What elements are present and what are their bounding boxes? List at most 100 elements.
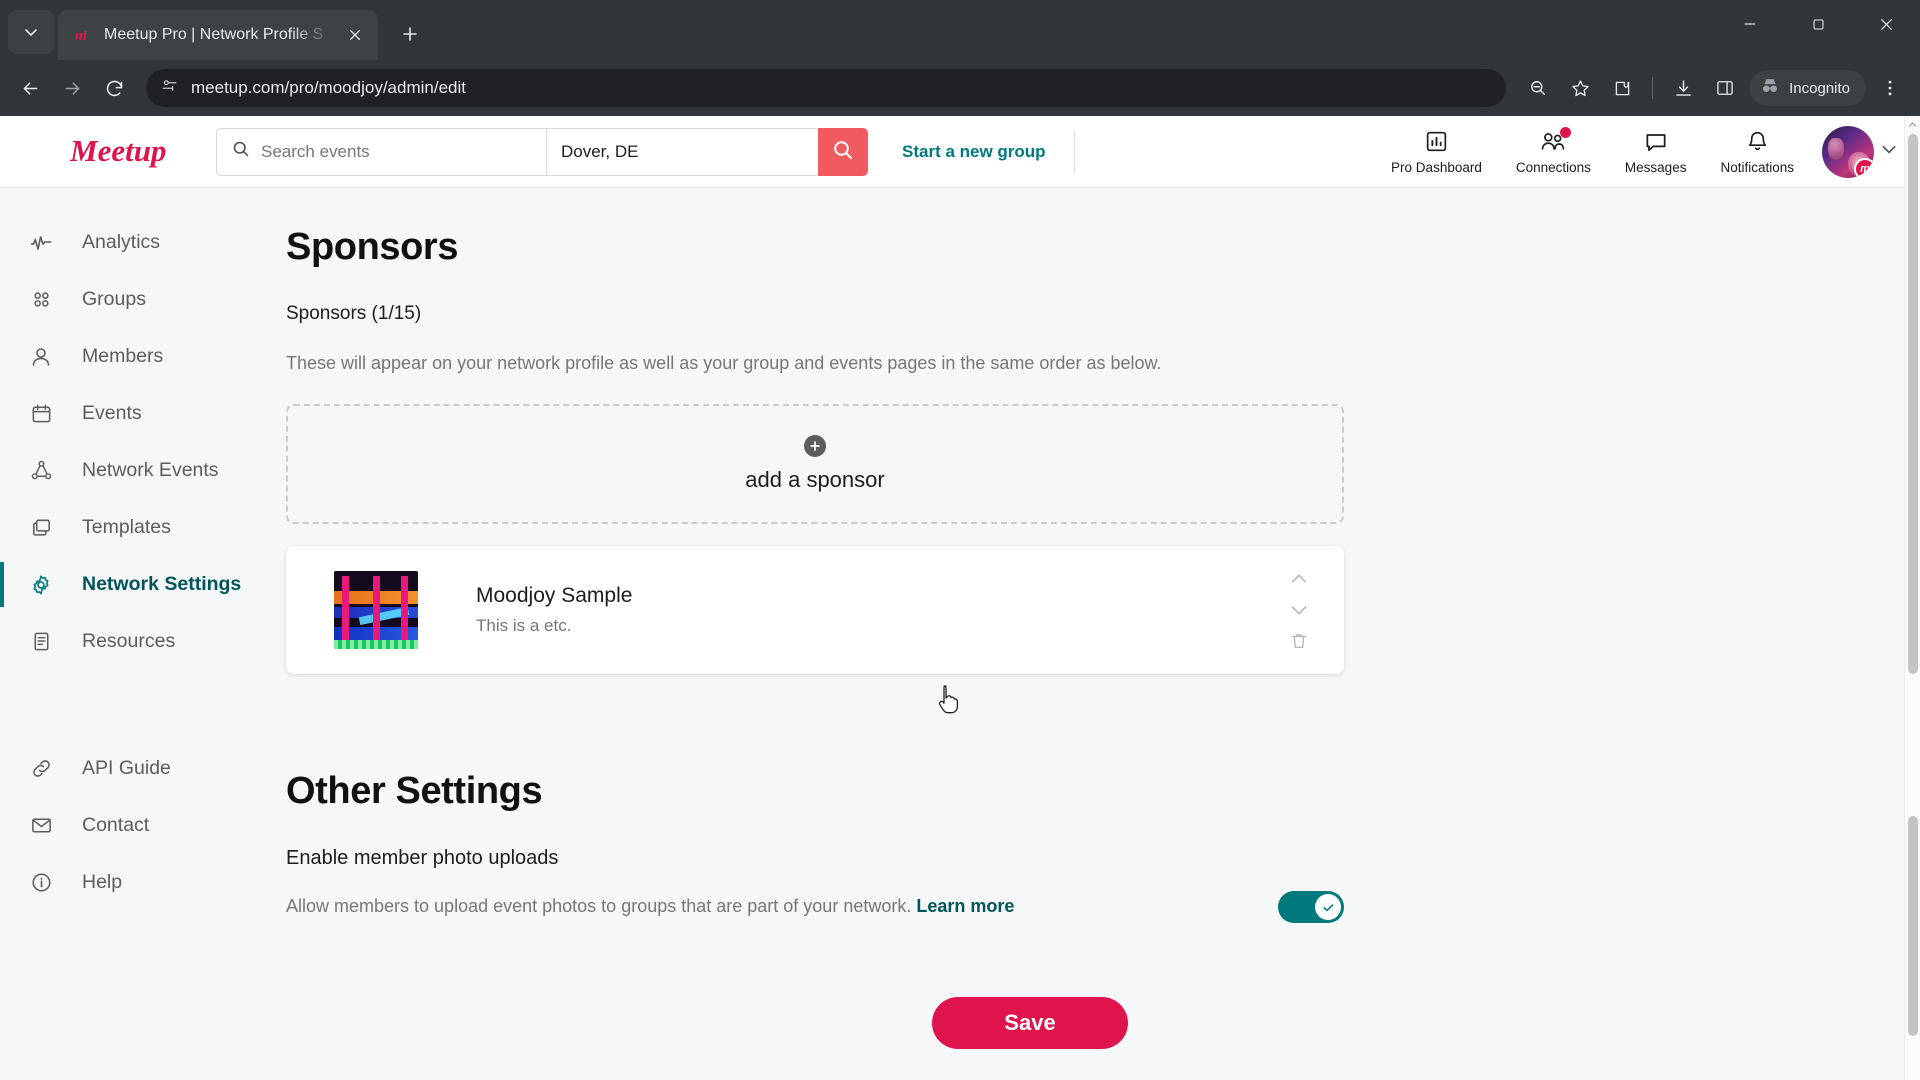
- incognito-profile-button[interactable]: Incognito: [1749, 70, 1866, 106]
- chat-icon: [1643, 129, 1669, 155]
- window-controls: [1716, 0, 1920, 60]
- sidebar-item-groups[interactable]: Groups: [0, 271, 278, 328]
- sidebar-item-label: Groups: [82, 288, 146, 310]
- link-icon: [28, 757, 54, 780]
- browser-tab[interactable]: m l Meetup Pro | Network Profile S: [58, 10, 378, 60]
- sidebar-item-analytics[interactable]: Analytics: [0, 214, 278, 271]
- nav-item-pro-dashboard[interactable]: Pro Dashboard: [1391, 129, 1482, 175]
- back-button[interactable]: [12, 70, 48, 106]
- chevron-down-icon: [25, 29, 37, 36]
- tab-close-icon[interactable]: [342, 22, 368, 48]
- bell-icon: [1745, 129, 1770, 155]
- maximize-button[interactable]: [1784, 0, 1852, 48]
- nav-item-messages[interactable]: Messages: [1625, 129, 1686, 175]
- page-title: Sponsors: [286, 226, 459, 268]
- sidebar-item-contact[interactable]: Contact: [0, 797, 278, 854]
- sponsor-thumbnail: [334, 571, 418, 649]
- sidebar-item-api-guide[interactable]: API Guide: [0, 740, 278, 797]
- tab-search-button[interactable]: [8, 10, 54, 54]
- sidebar-item-help[interactable]: Help: [0, 854, 278, 911]
- document-icon: [28, 630, 54, 653]
- scrollbar-thumb-lower[interactable]: [1908, 816, 1918, 1036]
- move-up-icon[interactable]: [1284, 566, 1314, 592]
- member-photo-uploads-toggle[interactable]: [1278, 891, 1344, 923]
- scrollbar-thumb[interactable]: [1908, 134, 1918, 674]
- scroll-up-arrow[interactable]: [1905, 116, 1920, 132]
- member-photo-uploads-setting: Enable member photo uploads Allow member…: [286, 847, 1344, 923]
- side-panel-icon[interactable]: [1707, 70, 1743, 106]
- sidebar-item-templates[interactable]: Templates: [0, 499, 278, 556]
- meetup-logo[interactable]: Meetup: [69, 131, 180, 173]
- toggle-knob: [1315, 894, 1341, 920]
- sidebar-item-network-settings[interactable]: Network Settings: [0, 556, 278, 613]
- plus-icon: [403, 27, 417, 41]
- extensions-icon[interactable]: [1604, 70, 1640, 106]
- page-viewport: Meetup Search events Dover, DE Start a n…: [0, 116, 1920, 1080]
- toolbar-divider: [1652, 77, 1654, 99]
- start-a-new-group-link[interactable]: Start a new group: [902, 142, 1046, 162]
- close-window-button[interactable]: [1852, 0, 1920, 48]
- meetup-page: Meetup Search events Dover, DE Start a n…: [0, 116, 1920, 1080]
- header-nav: Pro Dashboard Connections Messages Notif…: [1391, 126, 1794, 175]
- delete-icon[interactable]: [1284, 628, 1314, 654]
- address-bar[interactable]: meetup.com/pro/moodjoy/admin/edit: [146, 69, 1507, 107]
- search-submit-button[interactable]: [818, 127, 868, 176]
- nav-item-notifications[interactable]: Notifications: [1720, 129, 1794, 175]
- chevron-down-icon[interactable]: [1880, 140, 1898, 163]
- new-tab-button[interactable]: [390, 14, 430, 54]
- templates-icon: [28, 516, 54, 539]
- site-info-icon[interactable]: [160, 76, 179, 100]
- search-bar: [216, 127, 868, 176]
- other-settings-title: Other Settings: [286, 770, 543, 812]
- search-icon: [231, 139, 251, 164]
- network-icon: [28, 459, 54, 482]
- nav-item-connections[interactable]: Connections: [1516, 126, 1591, 175]
- save-bar: Save: [286, 983, 1344, 1049]
- browser-tabstrip: m l Meetup Pro | Network Profile S: [0, 0, 1920, 60]
- browser-menu-icon[interactable]: [1872, 70, 1908, 106]
- sidebar-item-label: Templates: [82, 516, 171, 538]
- minimize-button[interactable]: [1716, 0, 1784, 48]
- sidebar-item-label: Help: [82, 871, 123, 893]
- envelope-icon: [28, 814, 54, 837]
- learn-more-link[interactable]: Learn more: [916, 896, 1014, 916]
- save-button[interactable]: Save: [932, 997, 1128, 1049]
- search-input[interactable]: [261, 141, 532, 162]
- sponsor-actions: [1284, 566, 1320, 654]
- bookmark-star-icon[interactable]: [1562, 70, 1598, 106]
- admin-sidebar: Analytics Groups Members Events Network …: [0, 188, 278, 1080]
- search-icon: [831, 138, 855, 165]
- sidebar-item-label: Network Settings: [82, 573, 242, 595]
- reload-button[interactable]: [96, 70, 132, 106]
- sidebar-item-network-events[interactable]: Network Events: [0, 442, 278, 499]
- sidebar-item-label: Network Events: [82, 459, 219, 481]
- incognito-icon: [1759, 75, 1781, 101]
- sidebar-item-members[interactable]: Members: [0, 328, 278, 385]
- chart-icon: [1424, 129, 1449, 155]
- info-icon: [28, 871, 54, 894]
- nav-label: Notifications: [1720, 159, 1794, 175]
- location-input[interactable]: [561, 141, 804, 162]
- browser-toolbar: meetup.com/pro/moodjoy/admin/edit Incogn…: [0, 60, 1920, 116]
- sponsor-list-item[interactable]: Moodjoy Sample This is a etc.: [286, 546, 1344, 674]
- page-scrollbar[interactable]: [1904, 116, 1920, 1080]
- avatar[interactable]: m: [1822, 125, 1874, 178]
- avatar-badge: m: [1854, 157, 1874, 178]
- user-menu[interactable]: m: [1822, 125, 1898, 178]
- zoom-out-button[interactable]: [1520, 70, 1556, 106]
- add-sponsor-dropzone[interactable]: add a sponsor: [286, 404, 1344, 524]
- pulse-icon: [28, 231, 54, 255]
- sidebar-item-label: API Guide: [82, 757, 171, 779]
- people-icon: [1540, 126, 1571, 155]
- notification-badge: [1559, 126, 1571, 138]
- location-field[interactable]: [546, 127, 818, 176]
- move-down-icon[interactable]: [1284, 597, 1314, 623]
- forward-button[interactable]: [54, 70, 90, 106]
- sidebar-item-resources[interactable]: Resources: [0, 613, 278, 670]
- sidebar-item-events[interactable]: Events: [0, 385, 278, 442]
- sidebar-item-label: Analytics: [82, 231, 161, 253]
- gear-icon: [28, 573, 54, 597]
- search-events-field[interactable]: [216, 127, 546, 176]
- download-icon[interactable]: [1665, 70, 1701, 106]
